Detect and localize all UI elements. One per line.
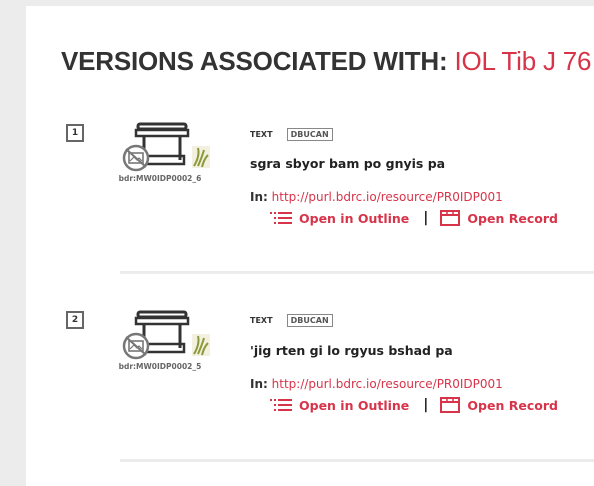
- result-title[interactable]: sgra sbyor bam po gnyis pa: [250, 156, 445, 171]
- result-tags: TEXT DBUCAN: [250, 310, 333, 329]
- result-actions: Open in Outline | Open Record: [270, 210, 558, 226]
- thumbnail-caption: bdr:MW0IDP0002_6: [118, 174, 202, 183]
- open-record-link[interactable]: Open Record: [440, 397, 558, 413]
- in-link[interactable]: http://purl.bdrc.io/resource/PR0IDP001: [272, 377, 503, 391]
- result-in-line: In: http://purl.bdrc.io/resource/PR0IDP0…: [250, 190, 503, 204]
- result-thumbnail[interactable]: bdr:MW0IDP0002_6: [110, 116, 220, 196]
- type-tag: TEXT: [250, 316, 273, 325]
- result-tags: TEXT DBUCAN: [250, 124, 333, 143]
- page-title-prefix: VERSIONS ASSOCIATED WITH:: [61, 46, 448, 76]
- open-record-link[interactable]: Open Record: [440, 210, 558, 226]
- archive-box-icon: [122, 310, 210, 360]
- result-number: 1: [66, 124, 84, 142]
- open-record-label: Open Record: [467, 397, 558, 413]
- in-label: In:: [250, 190, 268, 204]
- leaf-logo-icon: [192, 334, 210, 356]
- in-label: In:: [250, 377, 268, 391]
- type-tag: TEXT: [250, 130, 273, 139]
- action-separator: |: [423, 210, 429, 226]
- result-divider: [120, 271, 594, 274]
- open-in-outline-label: Open in Outline: [299, 210, 410, 226]
- outline-list-icon: [270, 399, 292, 411]
- result-actions: Open in Outline | Open Record: [270, 397, 558, 413]
- source-tag: DBUCAN: [286, 128, 333, 141]
- record-calendar-icon: [440, 210, 461, 226]
- result-number: 2: [66, 311, 84, 329]
- in-link[interactable]: http://purl.bdrc.io/resource/PR0IDP001: [272, 190, 503, 204]
- open-in-outline-label: Open in Outline: [299, 397, 410, 413]
- open-in-outline-link[interactable]: Open in Outline: [270, 211, 409, 226]
- result-divider: [120, 459, 594, 462]
- result-thumbnail[interactable]: bdr:MW0IDP0002_5: [110, 304, 220, 384]
- result-title[interactable]: 'jig rten gi lo rgyus bshad pa: [250, 343, 453, 358]
- source-tag: DBUCAN: [286, 314, 333, 327]
- record-calendar-icon: [440, 397, 461, 413]
- page-title: VERSIONS ASSOCIATED WITH: IOL Tib J 76: [61, 46, 592, 77]
- outline-list-icon: [270, 212, 292, 224]
- leaf-logo-icon: [192, 146, 210, 168]
- open-in-outline-link[interactable]: Open in Outline: [270, 398, 409, 413]
- open-record-label: Open Record: [467, 210, 558, 226]
- results-panel: VERSIONS ASSOCIATED WITH: IOL Tib J 76 1: [26, 6, 594, 486]
- action-separator: |: [423, 397, 429, 413]
- archive-box-icon: [122, 122, 210, 172]
- result-in-line: In: http://purl.bdrc.io/resource/PR0IDP0…: [250, 377, 503, 391]
- page-title-resource-id: IOL Tib J 76: [454, 46, 592, 76]
- thumbnail-caption: bdr:MW0IDP0002_5: [118, 362, 202, 371]
